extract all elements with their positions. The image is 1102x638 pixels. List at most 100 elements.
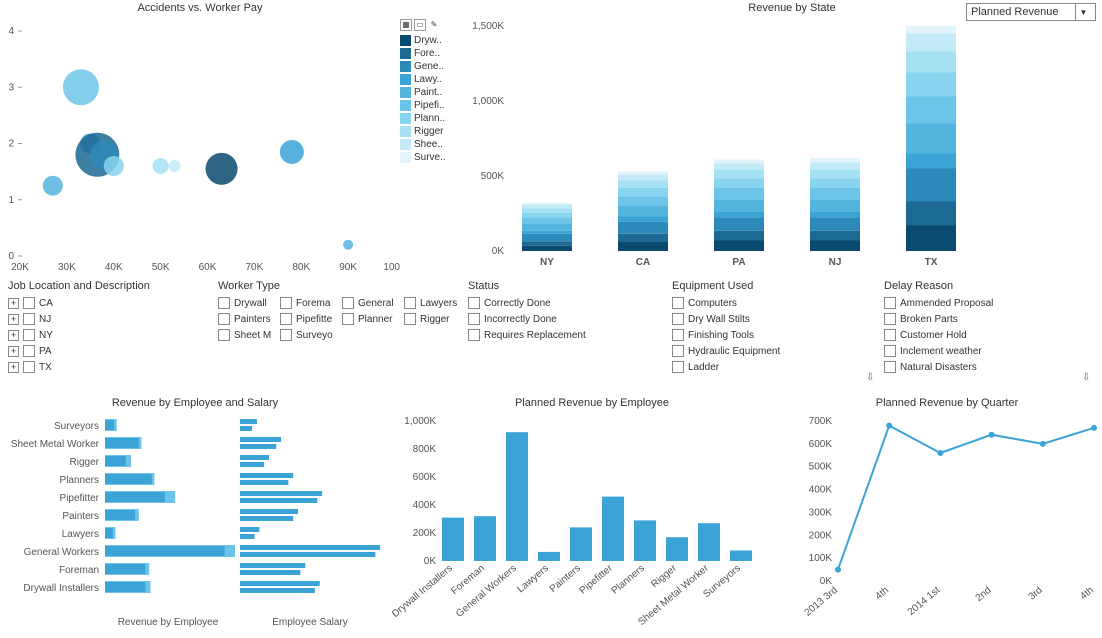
checkbox[interactable]	[672, 329, 684, 341]
window-icon[interactable]: ▭	[414, 19, 426, 31]
checkbox[interactable]	[404, 313, 416, 325]
legend-item[interactable]: Paint..	[400, 86, 462, 99]
filter-option[interactable]: Incorrectly Done	[468, 311, 668, 327]
filter-option[interactable]: Customer Hold	[884, 327, 1084, 343]
filter-option[interactable]: Painters	[218, 311, 280, 327]
checkbox[interactable]	[23, 329, 35, 341]
filter-option[interactable]: Surveyo	[280, 327, 342, 343]
filter-option[interactable]: Rigger	[404, 311, 466, 327]
svg-text:80K: 80K	[292, 262, 310, 273]
svg-text:3: 3	[8, 82, 14, 93]
filter-option[interactable]: Dry Wall Stilts	[672, 311, 872, 327]
checkbox[interactable]	[468, 329, 480, 341]
scroll-down-icon[interactable]: ⇩	[866, 372, 874, 383]
svg-text:3rd: 3rd	[1027, 585, 1045, 603]
checkbox[interactable]	[672, 313, 684, 325]
svg-text:Lawyers: Lawyers	[62, 529, 99, 540]
filter-option[interactable]: Planner	[342, 311, 404, 327]
filter-option[interactable]: +PA	[8, 343, 218, 359]
legend-item[interactable]: Dryw..	[400, 34, 462, 47]
scroll-down-icon[interactable]: ⇩	[1082, 372, 1090, 383]
filter-option[interactable]: +NY	[8, 327, 218, 343]
checkbox[interactable]	[342, 313, 354, 325]
checkbox[interactable]	[884, 297, 896, 309]
svg-text:0K: 0K	[492, 246, 505, 257]
filter-option[interactable]: Computers	[672, 295, 872, 311]
checkbox[interactable]	[23, 361, 35, 373]
svg-text:General Workers: General Workers	[24, 547, 99, 558]
filter-option[interactable]: Lawyers	[404, 295, 466, 311]
filter-option[interactable]: Finishing Tools	[672, 327, 872, 343]
filter-option[interactable]: Hydraulic Equipment	[672, 343, 872, 359]
checkbox[interactable]	[672, 297, 684, 309]
legend-item[interactable]: Lawy..	[400, 73, 462, 86]
rev-by-emp-chart[interactable]: 0K200K400K600K800K1,000K Drywall Install…	[392, 411, 792, 629]
legend-item[interactable]: Gene..	[400, 60, 462, 73]
svg-text:400K: 400K	[413, 500, 437, 511]
filter-option[interactable]: Ammended Proposal	[884, 295, 1084, 311]
checkbox[interactable]	[404, 297, 416, 309]
expand-icon[interactable]: +	[8, 362, 19, 373]
filter-option[interactable]: Drywall	[218, 295, 280, 311]
filter-title: Job Location and Description	[8, 280, 218, 292]
checkbox[interactable]	[884, 313, 896, 325]
filter-delay: Delay Reason Ammended ProposalBroken Par…	[884, 280, 1084, 375]
filter-option[interactable]: General	[342, 295, 404, 311]
legend-item[interactable]: Plann..	[400, 112, 462, 125]
filter-title: Status	[468, 280, 668, 292]
legend-item[interactable]: Pipefi..	[400, 99, 462, 112]
svg-text:700K: 700K	[809, 416, 833, 427]
svg-text:200K: 200K	[413, 528, 437, 539]
filter-option[interactable]: +NJ	[8, 311, 218, 327]
filter-option[interactable]: Natural Disasters	[884, 359, 1084, 375]
svg-text:50K: 50K	[152, 262, 170, 273]
scatter-chart[interactable]: 01234 20K30K40K50K60K70K80K90K100K	[0, 16, 400, 276]
legend-item[interactable]: Surve..	[400, 151, 462, 164]
legend-item[interactable]: Shee..	[400, 138, 462, 151]
filter-option[interactable]: Requires Replacement	[468, 327, 668, 343]
checkbox[interactable]	[218, 313, 230, 325]
checkbox[interactable]	[23, 345, 35, 357]
checkbox[interactable]	[884, 345, 896, 357]
filter-option[interactable]: Pipefitte	[280, 311, 342, 327]
expand-icon[interactable]: +	[8, 314, 19, 325]
grid-icon[interactable]: ▦	[400, 19, 412, 31]
svg-text:800K: 800K	[413, 444, 437, 455]
legend-item[interactable]: Fore..	[400, 47, 462, 60]
svg-text:400K: 400K	[809, 485, 833, 496]
svg-text:1,000K: 1,000K	[472, 96, 504, 107]
checkbox[interactable]	[218, 297, 230, 309]
filter-option[interactable]: Ladder	[672, 359, 872, 375]
checkbox[interactable]	[468, 297, 480, 309]
expand-icon[interactable]: +	[8, 330, 19, 341]
rev-emp-sal-title: Revenue by Employee and Salary	[0, 395, 390, 411]
checkbox[interactable]	[672, 361, 684, 373]
edit-icon[interactable]: ✎	[428, 20, 440, 32]
checkbox[interactable]	[218, 329, 230, 341]
rev-state-chart[interactable]: 0K500K1,000K1,500K NYCAPANJTX	[462, 16, 1002, 276]
checkbox[interactable]	[342, 297, 354, 309]
checkbox[interactable]	[23, 297, 35, 309]
checkbox[interactable]	[884, 361, 896, 373]
checkbox[interactable]	[280, 313, 292, 325]
rev-by-q-chart[interactable]: 0K100K200K300K400K500K600K700K 2013 3rd4…	[794, 411, 1100, 629]
expand-icon[interactable]: +	[8, 346, 19, 357]
svg-text:NY: NY	[540, 257, 554, 268]
legend-item[interactable]: Rigger	[400, 125, 462, 138]
rev-emp-sal-chart[interactable]: SurveyorsSheet Metal WorkerRiggerPlanner…	[0, 411, 390, 629]
checkbox[interactable]	[672, 345, 684, 357]
checkbox[interactable]	[280, 329, 292, 341]
filter-option[interactable]: Correctly Done	[468, 295, 668, 311]
checkbox[interactable]	[468, 313, 480, 325]
checkbox[interactable]	[23, 313, 35, 325]
filter-option[interactable]: +CA	[8, 295, 218, 311]
checkbox[interactable]	[280, 297, 292, 309]
filter-option[interactable]: Inclement weather	[884, 343, 1084, 359]
svg-text:1: 1	[8, 195, 14, 206]
filter-option[interactable]: Forema	[280, 295, 342, 311]
filter-option[interactable]: +TX	[8, 359, 218, 375]
checkbox[interactable]	[884, 329, 896, 341]
filter-option[interactable]: Sheet M	[218, 327, 280, 343]
expand-icon[interactable]: +	[8, 298, 19, 309]
filter-option[interactable]: Broken Parts	[884, 311, 1084, 327]
